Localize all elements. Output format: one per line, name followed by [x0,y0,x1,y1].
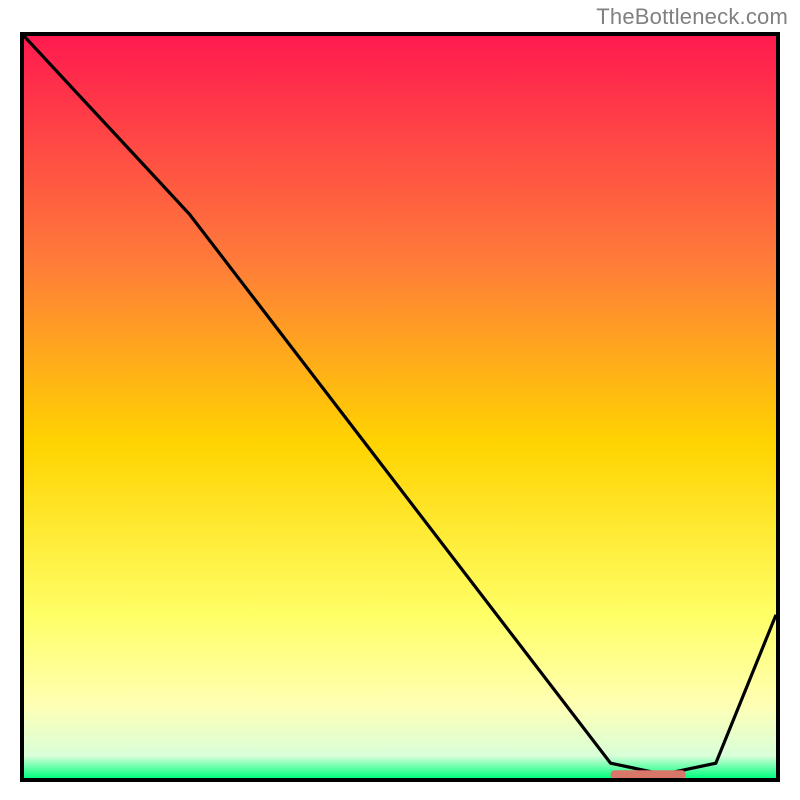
chart-background [24,36,776,778]
chart-page: TheBottleneck.com [0,0,800,800]
chart-canvas [24,36,776,778]
optimal-region-marker [611,770,686,778]
chart-frame [20,32,780,782]
attribution-label: TheBottleneck.com [596,4,788,30]
